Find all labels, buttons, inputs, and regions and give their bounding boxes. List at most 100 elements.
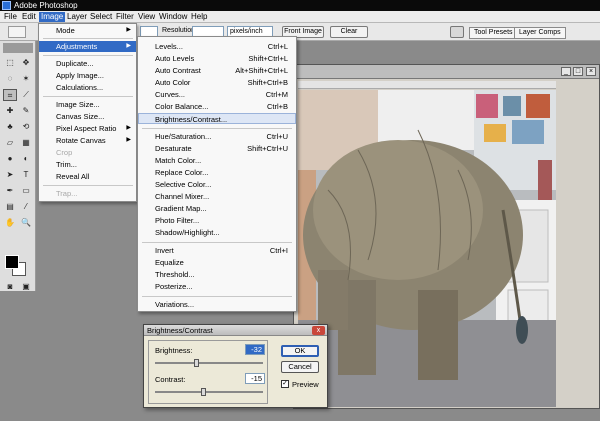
clear-button[interactable]: Clear bbox=[330, 26, 368, 38]
preview-checkbox[interactable]: ✓ bbox=[281, 380, 289, 388]
path-selection-tool-icon[interactable]: ➤ bbox=[3, 169, 17, 181]
menu-item-reveal-all[interactable]: Reveal All bbox=[39, 171, 136, 182]
menu-item-auto-levels[interactable]: Auto Levels Shift+Ctrl+L bbox=[138, 53, 296, 64]
foreground-color-swatch[interactable] bbox=[5, 255, 19, 269]
menu-item-adjustments[interactable]: Adjustments ▶ bbox=[39, 41, 136, 52]
lasso-tool-icon[interactable]: ◌ bbox=[3, 73, 17, 85]
zoom-tool-icon[interactable]: 🔍 bbox=[19, 217, 33, 229]
eyedropper-tool-icon[interactable]: ⁄ bbox=[19, 201, 33, 213]
close-icon[interactable]: x bbox=[312, 326, 325, 335]
menu-filter[interactable]: Filter bbox=[114, 12, 136, 22]
maximize-icon[interactable]: □ bbox=[573, 67, 583, 76]
menu-item-mode[interactable]: Mode ▶ bbox=[39, 25, 136, 36]
healing-brush-tool-icon[interactable]: ✚ bbox=[3, 105, 17, 117]
menu-item-rotate-canvas[interactable]: Rotate Canvas ▶ bbox=[39, 135, 136, 146]
checkmark-icon: ✓ bbox=[282, 380, 288, 387]
notes-tool-icon[interactable]: ▤ bbox=[3, 201, 17, 213]
preview-label: Preview bbox=[292, 380, 319, 389]
tab-layer-comps[interactable]: Layer Comps bbox=[514, 27, 566, 39]
brush-tool-icon[interactable]: ✎ bbox=[19, 105, 33, 117]
image-canvas[interactable] bbox=[298, 90, 556, 407]
menu-separator bbox=[43, 38, 133, 39]
menu-item-calculations[interactable]: Calculations... bbox=[39, 82, 136, 93]
menu-item-variations[interactable]: Variations... bbox=[138, 299, 296, 310]
menu-help[interactable]: Help bbox=[189, 12, 209, 22]
submenu-arrow-icon: ▶ bbox=[126, 43, 131, 49]
menu-separator bbox=[43, 55, 133, 56]
marquee-tool-icon[interactable]: ⬚ bbox=[3, 57, 17, 69]
slice-tool-icon[interactable]: ⟋ bbox=[19, 89, 33, 101]
menu-separator bbox=[142, 128, 292, 129]
hand-tool-icon[interactable]: ✋ bbox=[3, 217, 17, 229]
menubar: File Edit Image Layer Select Filter View… bbox=[0, 11, 600, 23]
contrast-label: Contrast: bbox=[155, 375, 186, 384]
menu-item-brightness-contrast[interactable]: Brightness/Contrast... bbox=[138, 113, 296, 124]
menu-item-replace-color[interactable]: Replace Color... bbox=[138, 167, 296, 178]
menu-item-hue-saturation[interactable]: Hue/Saturation... Ctrl+U bbox=[138, 131, 296, 142]
menu-item-posterize[interactable]: Posterize... bbox=[138, 281, 296, 292]
brightness-slider-track[interactable] bbox=[155, 362, 263, 364]
menu-select[interactable]: Select bbox=[88, 12, 114, 22]
brightness-slider-thumb[interactable] bbox=[194, 359, 199, 367]
image-menu: Mode ▶ Adjustments ▶ Duplicate... Apply … bbox=[38, 23, 137, 202]
menu-item-threshold[interactable]: Threshold... bbox=[138, 269, 296, 280]
eraser-tool-icon[interactable]: ▱ bbox=[3, 137, 17, 149]
menu-item-selective-color[interactable]: Selective Color... bbox=[138, 179, 296, 190]
menu-item-duplicate[interactable]: Duplicate... bbox=[39, 58, 136, 69]
pen-tool-icon[interactable]: ✒ bbox=[3, 185, 17, 197]
menu-item-levels[interactable]: Levels... Ctrl+L bbox=[138, 41, 296, 52]
tab-tool-presets[interactable]: Tool Presets bbox=[469, 27, 518, 39]
menu-item-invert[interactable]: Invert Ctrl+I bbox=[138, 245, 296, 256]
blur-tool-icon[interactable]: ● bbox=[3, 153, 17, 165]
menu-item-image-size[interactable]: Image Size... bbox=[39, 99, 136, 110]
menu-item-pixel-aspect-ratio[interactable]: Pixel Aspect Ratio ▶ bbox=[39, 123, 136, 134]
crop-tool-icon[interactable]: ⌗ bbox=[3, 89, 17, 101]
menu-separator bbox=[142, 296, 292, 297]
printer-icon[interactable] bbox=[450, 26, 464, 38]
contrast-slider-thumb[interactable] bbox=[201, 388, 206, 396]
shape-tool-icon[interactable]: ▭ bbox=[19, 185, 33, 197]
move-tool-icon[interactable]: ✥ bbox=[19, 57, 33, 69]
menu-image[interactable]: Image bbox=[39, 12, 66, 22]
ok-button[interactable]: OK bbox=[281, 345, 319, 357]
menu-item-trim[interactable]: Trim... bbox=[39, 159, 136, 170]
menu-layer[interactable]: Layer bbox=[65, 12, 89, 22]
type-tool-icon[interactable]: T bbox=[19, 169, 33, 181]
close-icon[interactable]: × bbox=[586, 67, 596, 76]
menu-item-canvas-size[interactable]: Canvas Size... bbox=[39, 111, 136, 122]
screen-mode-icon[interactable]: ▣ bbox=[19, 281, 33, 293]
submenu-arrow-icon: ▶ bbox=[126, 137, 131, 143]
crop-tool-preset-icon[interactable] bbox=[8, 26, 26, 38]
cancel-button[interactable]: Cancel bbox=[281, 361, 319, 373]
menu-item-trap: Trap... bbox=[56, 189, 78, 198]
gradient-tool-icon[interactable]: ▦ bbox=[19, 137, 33, 149]
magic-wand-tool-icon[interactable]: ✶ bbox=[19, 73, 33, 85]
dodge-tool-icon[interactable]: ◐ bbox=[19, 153, 33, 165]
menu-item-shadow-highlight[interactable]: Shadow/Highlight... bbox=[138, 227, 296, 238]
menu-item-auto-color[interactable]: Auto Color Shift+Ctrl+B bbox=[138, 77, 296, 88]
menu-item-auto-contrast[interactable]: Auto Contrast Alt+Shift+Ctrl+L bbox=[138, 65, 296, 76]
adjustments-submenu: Levels... Ctrl+L Auto Levels Shift+Ctrl+… bbox=[137, 36, 297, 312]
quick-mask-icon[interactable]: ◙ bbox=[3, 281, 17, 293]
menu-separator bbox=[142, 242, 292, 243]
minimize-icon[interactable]: _ bbox=[561, 67, 571, 76]
menu-item-apply-image[interactable]: Apply Image... bbox=[39, 70, 136, 81]
clone-stamp-tool-icon[interactable]: ♣ bbox=[3, 121, 17, 133]
menu-view[interactable]: View bbox=[136, 12, 157, 22]
menu-item-color-balance[interactable]: Color Balance... Ctrl+B bbox=[138, 101, 296, 112]
menu-item-match-color[interactable]: Match Color... bbox=[138, 155, 296, 166]
menu-item-curves[interactable]: Curves... Ctrl+M bbox=[138, 89, 296, 100]
menu-window[interactable]: Window bbox=[157, 12, 189, 22]
brightness-input[interactable]: -32 bbox=[245, 344, 265, 355]
contrast-input[interactable]: -15 bbox=[245, 373, 265, 384]
menu-edit[interactable]: Edit bbox=[20, 12, 38, 22]
contrast-slider-track[interactable] bbox=[155, 391, 263, 393]
menu-item-channel-mixer[interactable]: Channel Mixer... bbox=[138, 191, 296, 202]
history-brush-tool-icon[interactable]: ⟲ bbox=[19, 121, 33, 133]
menu-file[interactable]: File bbox=[2, 12, 19, 22]
menu-item-gradient-map[interactable]: Gradient Map... bbox=[138, 203, 296, 214]
document-titlebar: _ □ × bbox=[294, 65, 599, 79]
menu-item-photo-filter[interactable]: Photo Filter... bbox=[138, 215, 296, 226]
menu-item-equalize[interactable]: Equalize bbox=[138, 257, 296, 268]
menu-item-desaturate[interactable]: Desaturate Shift+Ctrl+U bbox=[138, 143, 296, 154]
